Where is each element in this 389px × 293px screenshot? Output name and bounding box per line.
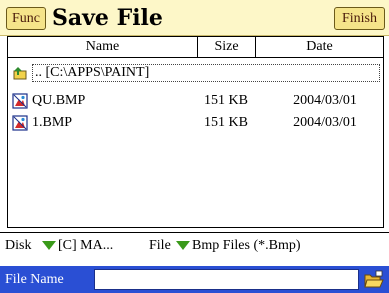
page-title: Save File <box>52 5 163 31</box>
file-name-bar: File Name <box>0 266 389 293</box>
list-item-parent-folder[interactable]: .. [C:\APPS\PAINT] <box>12 62 380 84</box>
column-header-size[interactable]: Size <box>198 37 256 57</box>
title-bar: Func Save File Finish <box>0 0 389 36</box>
disk-value: [C] MA... <box>58 238 114 253</box>
file-size: 151 KB <box>204 93 248 108</box>
file-name-input[interactable] <box>94 269 359 290</box>
func-button[interactable]: Func <box>6 7 46 30</box>
finish-button[interactable]: Finish <box>334 7 385 30</box>
file-name: 1.BMP <box>32 115 73 130</box>
file-list[interactable]: .. [C:\APPS\PAINT] QU.BMP 151 KB 2004/03… <box>7 58 384 228</box>
column-header: Name Size Date <box>7 36 384 58</box>
filter-bar: Disk [C] MA... File Bmp Files (*.Bmp) <box>0 232 389 258</box>
file-name: QU.BMP <box>32 93 86 108</box>
disk-label: Disk <box>5 238 32 253</box>
bmp-file-icon <box>12 93 28 109</box>
file-name-label: File Name <box>5 272 64 287</box>
chevron-down-icon <box>176 241 190 251</box>
parent-folder-icon <box>12 65 28 81</box>
column-header-date[interactable]: Date <box>256 37 383 57</box>
disk-dropdown[interactable]: [C] MA... <box>38 233 113 259</box>
chevron-down-icon <box>42 241 56 251</box>
file-date: 2004/03/01 <box>293 115 357 130</box>
file-type-dropdown[interactable]: Bmp Files (*.Bmp) <box>172 233 301 259</box>
file-name: .. [C:\APPS\PAINT] <box>32 64 380 82</box>
file-size: 151 KB <box>204 115 248 130</box>
file-type-label: File <box>149 238 171 253</box>
folder-open-icon[interactable] <box>364 270 384 289</box>
column-header-name[interactable]: Name <box>8 37 198 57</box>
list-item[interactable]: QU.BMP 151 KB 2004/03/01 <box>12 90 380 112</box>
list-item[interactable]: 1.BMP 151 KB 2004/03/01 <box>12 112 380 134</box>
file-type-value: Bmp Files (*.Bmp) <box>192 238 301 253</box>
bmp-file-icon <box>12 115 28 131</box>
file-date: 2004/03/01 <box>293 93 357 108</box>
